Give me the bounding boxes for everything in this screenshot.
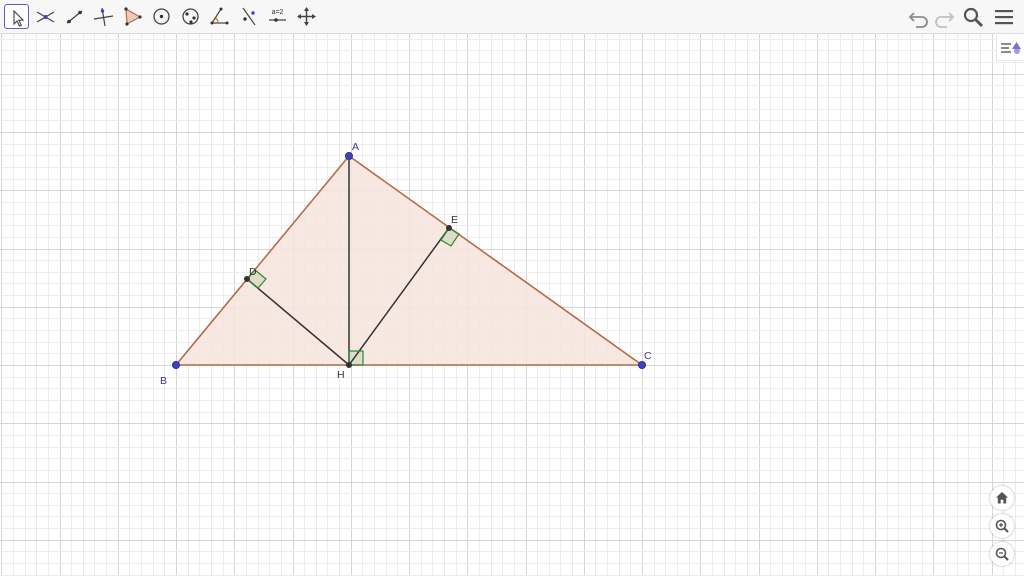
undo-icon xyxy=(908,12,928,28)
label-e: E xyxy=(451,214,458,226)
redo-button[interactable] xyxy=(931,4,957,30)
angle-icon xyxy=(210,7,229,25)
label-d: D xyxy=(249,266,257,278)
point-a[interactable] xyxy=(344,152,353,161)
perpendicular-icon xyxy=(93,7,114,27)
perpendicular-tool[interactable] xyxy=(91,4,116,29)
toolbar: a=2 xyxy=(0,0,1024,34)
zoom-out-icon xyxy=(995,547,1009,561)
redo-icon xyxy=(935,12,955,28)
move-graphics-icon xyxy=(297,7,316,26)
home-icon xyxy=(996,492,1008,504)
graphics-view[interactable]: A B C H D E xyxy=(0,34,1024,576)
home-button[interactable] xyxy=(990,486,1014,510)
search-button[interactable] xyxy=(960,4,986,30)
label-h: H xyxy=(337,369,345,381)
zoom-out-button[interactable] xyxy=(990,542,1014,566)
polygon-icon xyxy=(124,7,142,26)
ellipse-icon xyxy=(182,8,199,25)
zoom-in-icon xyxy=(995,519,1009,533)
line-tool[interactable] xyxy=(62,4,87,29)
menu-icon xyxy=(995,10,1013,25)
reflect-tool[interactable] xyxy=(236,4,261,29)
reflect-icon xyxy=(242,7,256,26)
point-c[interactable] xyxy=(638,360,647,369)
undo-button[interactable] xyxy=(906,4,932,30)
label-a: A xyxy=(352,141,359,153)
zoom-in-button[interactable] xyxy=(990,514,1014,538)
point-h[interactable] xyxy=(346,362,352,368)
search-icon xyxy=(963,7,984,28)
conic-tool[interactable] xyxy=(178,4,203,29)
slider-tool[interactable]: a=2 xyxy=(265,4,290,29)
move-view-tool[interactable] xyxy=(294,4,319,29)
slider-icon: a=2 xyxy=(269,9,286,22)
svg-text:a=2: a=2 xyxy=(272,9,284,16)
point-tool[interactable] xyxy=(33,4,58,29)
label-c: C xyxy=(644,350,652,362)
arrow-pointer-icon xyxy=(13,9,25,27)
intersect-point-icon xyxy=(36,11,55,23)
move-tool[interactable] xyxy=(4,4,29,29)
label-b: B xyxy=(160,375,167,387)
line-icon xyxy=(66,10,83,24)
style-bar-toggle[interactable] xyxy=(996,35,1024,61)
style-bar-toggle-icon xyxy=(1001,42,1021,54)
circle-tool[interactable] xyxy=(149,4,174,29)
point-b[interactable] xyxy=(171,360,180,369)
polygon-tool[interactable] xyxy=(120,4,145,29)
circle-center-icon xyxy=(153,8,170,25)
angle-tool[interactable] xyxy=(207,4,232,29)
main-menu-button[interactable] xyxy=(991,4,1017,30)
